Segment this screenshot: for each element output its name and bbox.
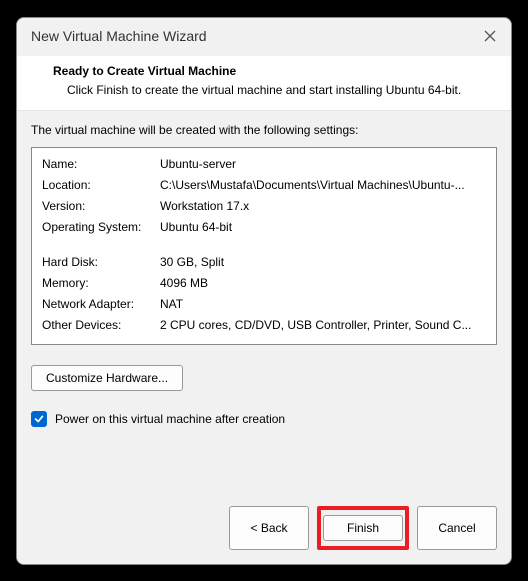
header-subtitle: Click Finish to create the virtual machi… xyxy=(53,82,491,99)
setting-row-location: Location: C:\Users\Mustafa\Documents\Vir… xyxy=(42,175,486,196)
setting-row-network: Network Adapter: NAT xyxy=(42,294,486,315)
setting-value: Ubuntu 64-bit xyxy=(160,217,486,238)
finish-highlight: Finish xyxy=(317,506,409,550)
settings-summary: Name: Ubuntu-server Location: C:\Users\M… xyxy=(31,147,497,345)
wizard-footer: < Back Finish Cancel xyxy=(17,494,511,564)
setting-row-memory: Memory: 4096 MB xyxy=(42,273,486,294)
setting-label: Operating System: xyxy=(42,217,160,238)
setting-value: 2 CPU cores, CD/DVD, USB Controller, Pri… xyxy=(160,315,486,336)
back-button[interactable]: < Back xyxy=(229,506,309,550)
setting-label: Memory: xyxy=(42,273,160,294)
setting-row-os: Operating System: Ubuntu 64-bit xyxy=(42,217,486,238)
setting-value: 4096 MB xyxy=(160,273,486,294)
setting-value: NAT xyxy=(160,294,486,315)
wizard-header: Ready to Create Virtual Machine Click Fi… xyxy=(17,56,511,112)
close-icon[interactable] xyxy=(483,29,497,43)
titlebar: New Virtual Machine Wizard xyxy=(17,18,511,56)
setting-label: Other Devices: xyxy=(42,315,160,336)
setting-label: Location: xyxy=(42,175,160,196)
content-area: The virtual machine will be created with… xyxy=(17,111,511,493)
wizard-window: New Virtual Machine Wizard Ready to Crea… xyxy=(16,17,512,565)
customize-hardware-button[interactable]: Customize Hardware... xyxy=(31,365,183,391)
setting-row-disk: Hard Disk: 30 GB, Split xyxy=(42,252,486,273)
setting-label: Version: xyxy=(42,196,160,217)
window-title: New Virtual Machine Wizard xyxy=(31,28,207,44)
poweron-checkbox-row[interactable]: Power on this virtual machine after crea… xyxy=(31,411,497,427)
cancel-button[interactable]: Cancel xyxy=(417,506,497,550)
intro-text: The virtual machine will be created with… xyxy=(31,123,497,137)
setting-value: Workstation 17.x xyxy=(160,196,486,217)
setting-value: 30 GB, Split xyxy=(160,252,486,273)
setting-label: Name: xyxy=(42,154,160,175)
setting-row-other: Other Devices: 2 CPU cores, CD/DVD, USB … xyxy=(42,315,486,336)
setting-value: C:\Users\Mustafa\Documents\Virtual Machi… xyxy=(160,175,486,196)
setting-row-name: Name: Ubuntu-server xyxy=(42,154,486,175)
setting-label: Hard Disk: xyxy=(42,252,160,273)
finish-button[interactable]: Finish xyxy=(323,515,403,541)
setting-row-version: Version: Workstation 17.x xyxy=(42,196,486,217)
setting-value: Ubuntu-server xyxy=(160,154,486,175)
checkbox-label: Power on this virtual machine after crea… xyxy=(55,412,285,426)
header-title: Ready to Create Virtual Machine xyxy=(53,64,491,78)
setting-label: Network Adapter: xyxy=(42,294,160,315)
checkbox-checked-icon[interactable] xyxy=(31,411,47,427)
